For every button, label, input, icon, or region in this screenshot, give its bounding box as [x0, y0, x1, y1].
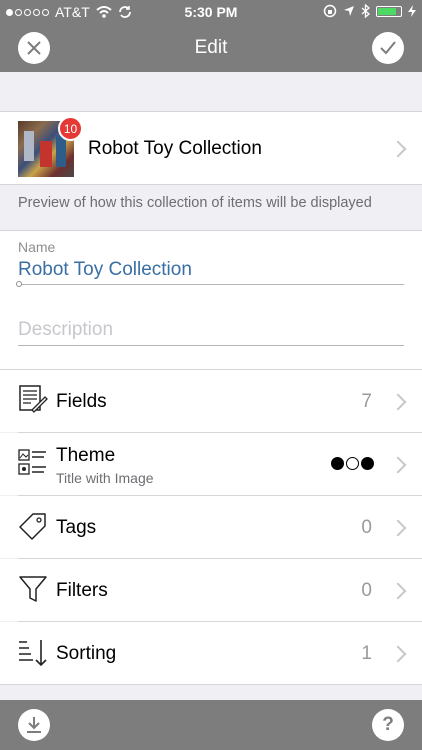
location-icon	[344, 6, 354, 16]
sorting-count: 1	[361, 643, 372, 664]
sort-icon	[19, 640, 47, 667]
name-field[interactable]: Robot Toy Collection	[18, 259, 404, 281]
download-icon	[27, 717, 41, 733]
chevron-right-icon	[389, 456, 407, 474]
checkmark-icon	[380, 41, 396, 55]
description-field[interactable]: Description	[18, 319, 404, 341]
tags-label: Tags	[56, 517, 97, 538]
name-label: Name	[18, 239, 56, 255]
tag-icon	[19, 513, 46, 540]
help-button[interactable]: ?	[372, 709, 404, 741]
collection-form: Name Robot Toy Collection Description	[0, 231, 422, 369]
bottom-toolbar: ?	[0, 700, 422, 750]
filter-icon	[19, 576, 47, 602]
theme-icon	[18, 449, 46, 475]
chevron-right-icon	[389, 519, 407, 537]
sorting-label: Sorting	[56, 643, 117, 664]
text-cursor-handle[interactable]	[16, 281, 22, 287]
navigation-bar: Edit	[0, 24, 422, 72]
status-right	[323, 4, 416, 18]
bluetooth-icon	[361, 4, 370, 18]
description-field-underline	[18, 345, 404, 346]
export-button[interactable]	[18, 709, 50, 741]
count-badge: 10	[58, 116, 83, 141]
confirm-button[interactable]	[372, 32, 404, 64]
preview-note-section: Preview of how this collection of items …	[0, 185, 422, 230]
chevron-right-icon	[389, 645, 407, 663]
chevron-right-icon	[389, 140, 407, 158]
section-spacer	[0, 72, 422, 111]
page-title: Edit	[194, 37, 228, 58]
chevron-right-icon	[389, 582, 407, 600]
fields-label: Fields	[56, 391, 107, 412]
orientation-lock-icon	[323, 4, 337, 18]
fields-count: 7	[361, 391, 372, 412]
help-icon: ?	[382, 714, 394, 735]
chevron-right-icon	[389, 393, 407, 411]
battery-icon	[376, 5, 402, 17]
collection-preview-row[interactable]: 10 Robot Toy Collection	[0, 112, 422, 184]
filters-label: Filters	[56, 580, 108, 601]
fields-icon	[19, 385, 48, 413]
name-field-underline	[18, 284, 404, 285]
sorting-row[interactable]: Sorting 1	[0, 622, 422, 684]
filters-count: 0	[361, 580, 372, 601]
charging-icon	[408, 5, 416, 17]
theme-row[interactable]: Theme Title with Image	[0, 433, 422, 495]
collection-title: Robot Toy Collection	[88, 138, 262, 159]
theme-subtitle: Title with Image	[56, 470, 154, 486]
fields-row[interactable]: Fields 7	[0, 370, 422, 432]
preview-note: Preview of how this collection of items …	[18, 195, 372, 211]
count-badge-label: 10	[63, 121, 78, 136]
theme-dots-icon	[331, 457, 374, 470]
theme-label: Theme	[56, 445, 116, 466]
tags-row[interactable]: Tags 0	[0, 496, 422, 558]
status-bar: AT&T 5:30 PM	[0, 0, 422, 24]
tags-count: 0	[361, 517, 372, 538]
filters-row[interactable]: Filters 0	[0, 559, 422, 621]
